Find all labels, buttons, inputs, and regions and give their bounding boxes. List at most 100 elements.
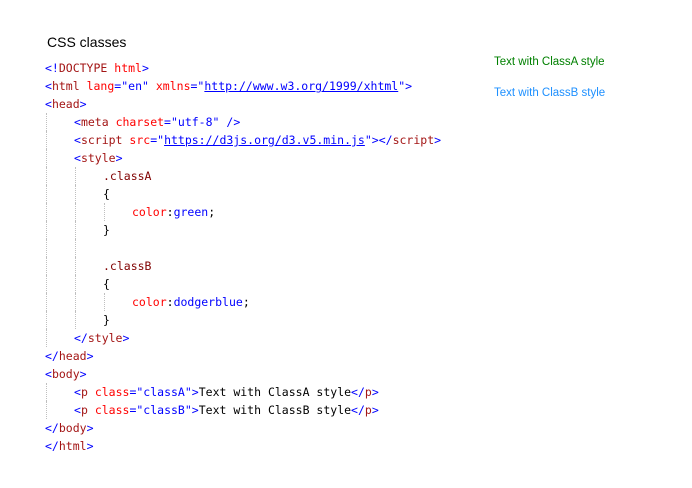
- code-line-content: </body>: [45, 419, 94, 437]
- code-line-content: <meta charset="utf-8" />: [74, 113, 240, 131]
- code-token: <: [74, 403, 81, 417]
- code-token: >: [86, 421, 94, 435]
- code-line-content: <!DOCTYPE html>: [45, 59, 149, 77]
- code-token: </: [351, 403, 365, 417]
- code-line-content: <style>: [74, 149, 123, 167]
- code-line: color:dodgerblue;: [45, 293, 485, 311]
- code-line: }: [45, 221, 485, 239]
- code-token: src: [129, 133, 151, 147]
- code-token: head: [51, 97, 80, 111]
- code-token: p: [80, 403, 88, 417]
- indent-guide: [46, 185, 47, 203]
- indent-guide: [75, 257, 76, 275]
- code-listing: <!DOCTYPE html> <html lang="en" xmlns="ht…: [45, 59, 485, 455]
- code-token: :: [166, 205, 174, 219]
- code-token: =": [150, 133, 165, 147]
- indent-guide: [46, 383, 47, 401]
- indent-guide: [104, 203, 105, 221]
- code-token: html: [58, 439, 87, 453]
- code-line: <style>: [45, 149, 485, 167]
- code-token: html: [114, 61, 142, 75]
- indent-guide: [46, 239, 47, 257]
- code-line-content: }: [103, 311, 110, 329]
- code-token: />: [226, 115, 241, 129]
- indent-guide: [46, 275, 47, 293]
- code-token: <: [74, 151, 81, 165]
- code-token: {: [103, 187, 110, 201]
- code-token: </: [45, 439, 59, 453]
- code-token: ": [184, 403, 192, 417]
- code-token: :: [166, 295, 174, 309]
- code-token: .classA: [103, 169, 152, 183]
- code-token: body: [58, 421, 87, 435]
- indent-guide: [46, 311, 47, 329]
- code-token: <: [45, 97, 52, 111]
- code-token: >: [86, 439, 94, 453]
- code-token: style: [80, 151, 116, 165]
- code-token: p: [364, 403, 372, 417]
- code-token: </: [74, 331, 88, 345]
- code-token: Text with ClassA style: [198, 385, 352, 399]
- classA-paragraph: Text with ClassA style: [494, 56, 605, 68]
- code-line: </style>: [45, 329, 485, 347]
- code-line: {: [45, 275, 485, 293]
- code-line-content: <html lang="en" xmlns="http://www.w3.org…: [45, 77, 412, 95]
- code-token[interactable]: http://www.w3.org/1999/xhtml: [204, 79, 398, 93]
- code-token: color: [132, 205, 167, 219]
- code-line: .classB: [45, 257, 485, 275]
- code-line: < script src="https://d3js.org/d3.v5.min.…: [45, 131, 485, 149]
- code-line: </body>: [45, 419, 485, 437]
- code-line: .classA: [45, 167, 485, 185]
- indent-guide: [46, 329, 47, 347]
- code-token: body: [51, 367, 80, 381]
- code-token: script: [392, 133, 435, 147]
- code-token: class: [94, 385, 130, 399]
- indent-guide: [75, 275, 76, 293]
- code-line: [45, 239, 485, 257]
- code-token[interactable]: https://d3js.org/d3.v5.min.js: [164, 133, 365, 147]
- indent-guide: [75, 293, 76, 311]
- code-token: <: [45, 367, 52, 381]
- code-token: =": [190, 79, 205, 93]
- code-token: p: [364, 385, 372, 399]
- code-line-content: </head>: [45, 347, 94, 365]
- code-token: lang: [86, 79, 115, 93]
- code-line: <p class="classA">Text with ClassA style…: [45, 383, 485, 401]
- indent-guide: [46, 113, 47, 131]
- code-token: }: [103, 223, 110, 237]
- code-token: DOCTYPE: [58, 61, 108, 75]
- code-token: <: [74, 133, 81, 147]
- code-line-content: <p class="classB">Text with ClassB style…: [74, 401, 379, 419]
- code-token: ": [364, 133, 372, 147]
- code-token: >: [115, 151, 123, 165]
- indent-guide: [46, 131, 47, 149]
- code-token: ": [142, 79, 149, 93]
- code-line: <!DOCTYPE html>: [45, 59, 485, 77]
- indent-guide: [46, 401, 47, 419]
- code-token: >: [79, 97, 87, 111]
- code-token: >: [371, 385, 379, 399]
- code-token: Text with ClassB style: [198, 403, 352, 417]
- code-line: <html lang="en" xmlns="http://www.w3.org…: [45, 77, 485, 95]
- code-token: .classB: [103, 259, 152, 273]
- code-line: <body>: [45, 365, 485, 383]
- code-token: >: [371, 403, 379, 417]
- code-token: meta: [80, 115, 109, 129]
- indent-guide: [75, 167, 76, 185]
- code-token: <: [74, 385, 81, 399]
- code-line: {: [45, 185, 485, 203]
- code-line-content: <p class="classA">Text with ClassA style…: [74, 383, 379, 401]
- code-line: }: [45, 311, 485, 329]
- code-token: classB: [143, 403, 185, 417]
- indent-guide: [75, 185, 76, 203]
- code-token: ;: [242, 295, 250, 309]
- code-token: >: [434, 133, 442, 147]
- code-line: <head>: [45, 95, 485, 113]
- code-line-content: < script src="https://d3js.org/d3.v5.min.…: [74, 131, 441, 149]
- code-token: html: [51, 79, 80, 93]
- code-token: }: [103, 313, 110, 327]
- indent-guide: [46, 293, 47, 311]
